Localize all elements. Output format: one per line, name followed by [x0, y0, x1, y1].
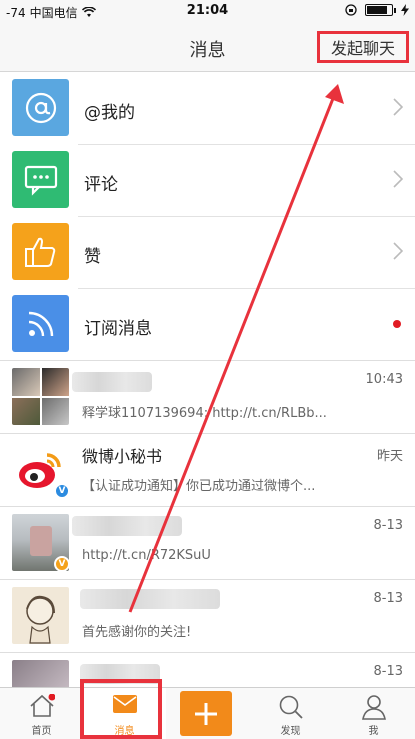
- conversation-item[interactable]: V 微博小秘书 昨天 【认证成功通知】你已成功通过微博个...: [0, 433, 415, 506]
- tab-label: 首页: [31, 726, 52, 737]
- conversation-item[interactable]: 8-13 首先感谢你的关注!: [0, 579, 415, 652]
- conversation-time: 8-13: [373, 518, 403, 533]
- message-category-menu: @我的 评论 赞 订阅消息: [0, 72, 415, 360]
- conversation-name: 微博小秘书: [82, 447, 163, 466]
- group-avatar: [12, 368, 69, 425]
- conversation-time: 10:43: [365, 372, 403, 387]
- thumbs-up-icon: [12, 223, 69, 280]
- menu-item-subscriptions[interactable]: 订阅消息: [0, 288, 415, 360]
- conversation-item[interactable]: V 8-13 http://t.cn/R72KSuU: [0, 506, 415, 579]
- conversation-item[interactable]: 10:43 释学球1107139694: http://t.cn/RLBb...: [0, 360, 415, 433]
- conversation-list: 10:43 释学球1107139694: http://t.cn/RLBb...…: [0, 360, 415, 725]
- menu-item-comments[interactable]: 评论: [0, 144, 415, 216]
- menu-item-likes[interactable]: 赞: [0, 216, 415, 288]
- comment-icon: [12, 151, 69, 208]
- plus-icon: [195, 702, 217, 725]
- home-icon: [29, 694, 55, 717]
- compose-button[interactable]: [180, 691, 232, 736]
- verified-badge-icon: V: [54, 556, 70, 572]
- start-chat-button[interactable]: 发起聊天: [317, 31, 409, 63]
- conversation-preview: 【认证成功通知】你已成功通过微博个...: [82, 479, 316, 494]
- avatar: [12, 587, 69, 644]
- tab-home[interactable]: 首页: [0, 688, 83, 739]
- tab-label: 发现: [280, 726, 301, 737]
- tab-label: 我: [368, 726, 379, 737]
- charging-icon: [401, 4, 409, 16]
- conversation-preview: http://t.cn/R72KSuU: [82, 548, 211, 563]
- battery-icon: [365, 4, 396, 16]
- redacted-name: [72, 372, 152, 392]
- menu-item-label: 订阅消息: [84, 319, 152, 339]
- at-icon: [12, 79, 69, 136]
- conversation-time: 8-13: [373, 664, 403, 679]
- tab-discover[interactable]: 发现: [249, 688, 332, 739]
- verified-badge-icon: V: [54, 483, 70, 499]
- unread-dot: [393, 320, 401, 328]
- menu-item-mentions[interactable]: @我的: [0, 72, 415, 144]
- tab-me[interactable]: 我: [332, 688, 415, 739]
- menu-item-label: 评论: [84, 175, 118, 195]
- rotation-lock-icon: [345, 4, 357, 16]
- menu-item-label: @我的: [84, 103, 135, 123]
- chevron-right-icon: [393, 242, 403, 260]
- conversation-preview: 释学球1107139694: http://t.cn/RLBb...: [82, 406, 327, 421]
- rss-icon: [12, 295, 69, 352]
- conversation-time: 昨天: [376, 449, 403, 464]
- redacted-name: [80, 589, 220, 609]
- conversation-preview: 首先感谢你的关注!: [82, 625, 192, 640]
- search-icon: [279, 695, 303, 719]
- status-bar: -74 中国电信 21:04: [0, 0, 415, 22]
- person-icon: [361, 695, 386, 720]
- highlight-box: [80, 679, 162, 739]
- menu-item-label: 赞: [84, 247, 101, 267]
- conversation-time: 8-13: [373, 591, 403, 606]
- chevron-right-icon: [393, 98, 403, 116]
- chevron-right-icon: [393, 170, 403, 188]
- redacted-name: [72, 516, 182, 536]
- nav-bar: 消息 发起聊天: [0, 22, 415, 72]
